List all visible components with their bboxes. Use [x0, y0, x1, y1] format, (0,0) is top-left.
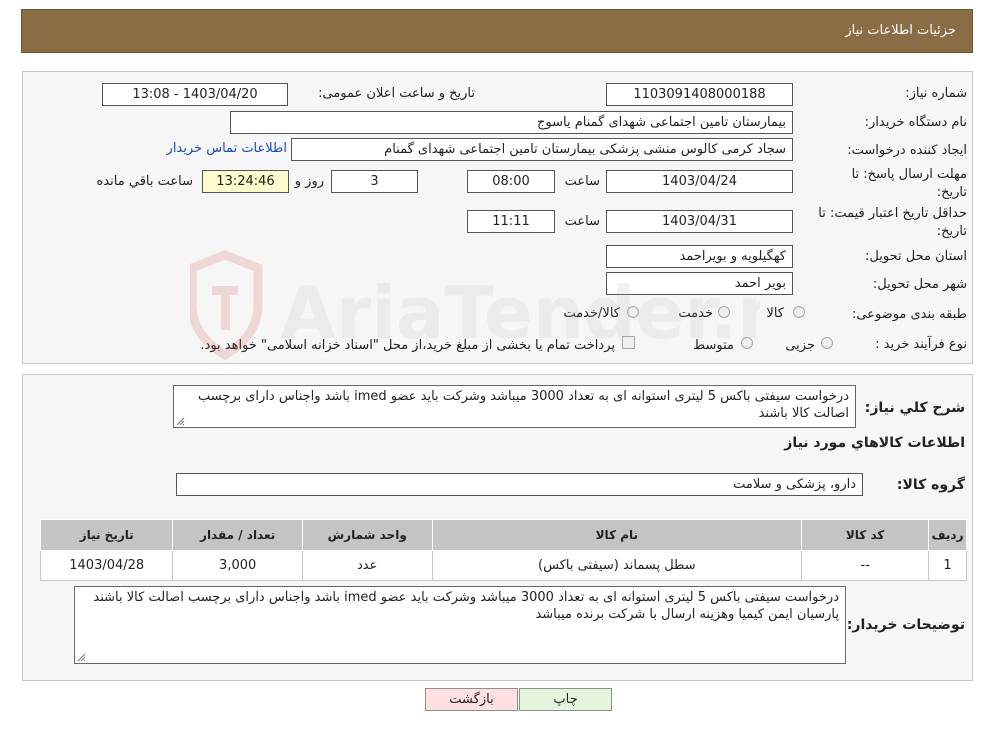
col-row: ردیف [928, 519, 967, 551]
table-row: 1 -- سطل پسماند (سیفتی باکس) عدد 3,000 1… [39, 550, 967, 581]
process-radio-minor[interactable] [821, 337, 833, 349]
buyer-notes-label: توضیحات خریدار: [846, 617, 965, 633]
cell-name: سطل پسماند (سیفتی باکس) [431, 550, 803, 581]
print-button[interactable]: چاپ [519, 688, 612, 711]
cell-quantity: 3,000 [172, 550, 303, 581]
creator-label: ایجاد کننده درخواست: [847, 143, 967, 158]
category-radio-goods[interactable] [793, 306, 805, 318]
goods-group-label: گروه کالا: [896, 477, 965, 493]
category-option-service: خدمت [678, 306, 713, 321]
remaining-label: ساعت باقي مانده [96, 174, 193, 189]
need-number-field: 1103091408000188 [606, 83, 793, 106]
resize-grip-icon[interactable] [176, 417, 185, 426]
col-name: نام کالا [431, 519, 803, 551]
goods-group-field: دارو، پزشکی و سلامت [176, 473, 863, 496]
category-label: طبقه بندی موضوعی: [851, 307, 967, 322]
buyer-notes-text: درخواست سیفتی باکس 5 لیتری استوانه ای به… [93, 590, 839, 622]
treasury-checkbox[interactable] [622, 336, 635, 349]
buyer-field: بیمارستان تامین اجتماعی شهدای گمنام یاسو… [230, 111, 793, 134]
remaining-days-field: 3 [331, 170, 418, 193]
validity-label: حداقل تاریخ اعتبار قیمت: تا [818, 206, 967, 221]
announce-field: 1403/04/20 - 13:08 [102, 83, 288, 106]
goods-table-header: ردیف کد کالا نام کالا واحد شمارش تعداد /… [39, 519, 967, 551]
category-radio-goods-service[interactable] [627, 306, 639, 318]
process-radio-medium[interactable] [741, 337, 753, 349]
deadline-date-field: 1403/04/24 [606, 170, 793, 193]
page-header: جزئیات اطلاعات نیاز [21, 9, 973, 53]
back-button[interactable]: بازگشت [425, 688, 518, 711]
goods-info-title: اطلاعات کالاهاي مورد نياز [784, 435, 965, 451]
summary-text: درخواست سیفتی باکس 5 لیتری استوانه ای به… [197, 389, 849, 421]
category-radio-service[interactable] [718, 306, 730, 318]
process-option-minor: جزیی [785, 338, 815, 353]
cell-unit: عدد [301, 550, 433, 581]
days-label: روز و [294, 174, 324, 189]
col-unit: واحد شمارش [301, 519, 433, 551]
province-field: کهگیلویه و بویراحمد [606, 245, 793, 268]
announce-label: تاریخ و ساعت اعلان عمومی: [318, 86, 475, 101]
summary-label: شرح کلي نياز: [864, 400, 965, 416]
city-field: بویر احمد [606, 272, 793, 295]
buyer-contact-link[interactable]: اطلاعات تماس خریدار [167, 141, 287, 156]
validity-time-field: 11:11 [467, 210, 555, 233]
page-title: جزئیات اطلاعات نیاز [845, 23, 956, 38]
buyer-notes-textarea[interactable]: درخواست سیفتی باکس 5 لیتری استوانه ای به… [74, 586, 846, 664]
deadline-label: مهلت ارسال پاسخ: تا [851, 167, 967, 182]
validity-label-2: تاریخ: [936, 224, 967, 239]
process-option-medium: متوسط [693, 338, 734, 353]
col-need-date: تاریخ نیاز [39, 519, 174, 551]
validity-time-label: ساعت [564, 214, 600, 229]
deadline-label-2: تاریخ: [936, 185, 967, 200]
cell-need-date: 1403/04/28 [39, 550, 174, 581]
buyer-label: نام دستگاه خریدار: [864, 115, 967, 130]
process-note: پرداخت تمام یا بخشی از مبلغ خرید،از محل … [200, 338, 615, 353]
cell-code: -- [801, 550, 930, 581]
summary-textarea[interactable]: درخواست سیفتی باکس 5 لیتری استوانه ای به… [173, 385, 856, 428]
category-option-goods-service: کالا/خدمت [563, 306, 620, 321]
remaining-time-field: 13:24:46 [202, 170, 289, 193]
process-label: نوع فرآیند خرید : [875, 337, 967, 352]
deadline-time-label: ساعت [564, 174, 600, 189]
category-option-goods: کالا [766, 306, 784, 321]
deadline-time-field: 08:00 [467, 170, 555, 193]
city-label: شهر محل تحویل: [872, 277, 967, 292]
need-number-label: شماره نیاز: [905, 86, 967, 101]
col-quantity: تعداد / مقدار [172, 519, 303, 551]
cell-row: 1 [928, 550, 967, 581]
goods-table: ردیف کد کالا نام کالا واحد شمارش تعداد /… [39, 519, 967, 581]
province-label: استان محل تحویل: [865, 249, 967, 264]
validity-date-field: 1403/04/31 [606, 210, 793, 233]
col-code: کد کالا [801, 519, 930, 551]
resize-grip-icon[interactable] [77, 653, 86, 662]
creator-field: سجاد کرمی کالوس منشی پزشکی بیمارستان تام… [291, 138, 793, 161]
